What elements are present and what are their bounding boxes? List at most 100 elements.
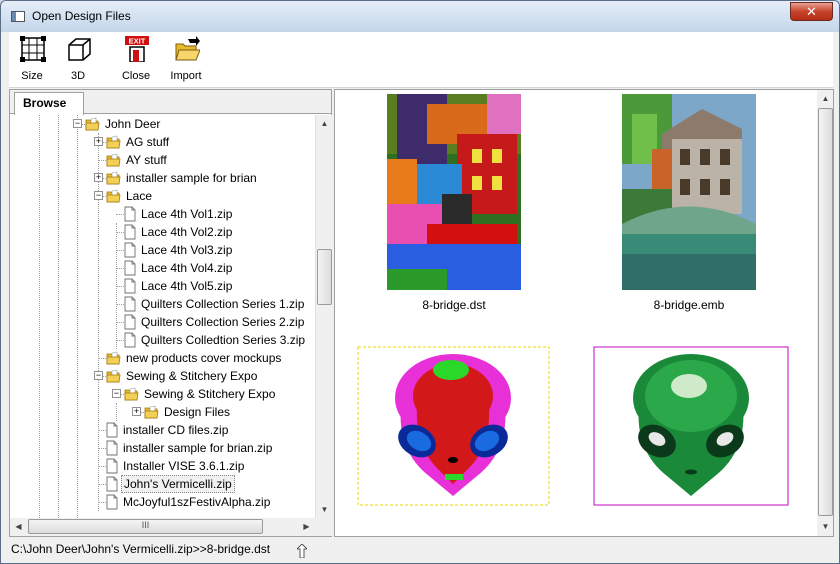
file-icon: [124, 224, 136, 240]
size-grid-icon: [20, 36, 46, 62]
tab-strip: Browse: [10, 90, 331, 115]
design-thumb-8-bridge-emb[interactable]: [622, 94, 756, 290]
tree-node-label: Sewing & Stitchery Expo: [144, 387, 276, 401]
preview-vertical-scrollbar[interactable]: ▲ ▼: [817, 90, 833, 536]
tree-node-label: Lace 4th Vol1.zip: [141, 207, 233, 221]
expand-icon[interactable]: +: [94, 137, 103, 146]
tree-horizontal-scrollbar[interactable]: ◀ III ▶: [10, 518, 315, 536]
file-icon: [124, 206, 136, 222]
3d-button[interactable]: 3D: [55, 36, 101, 86]
design-caption: 8-bridge.dst: [422, 298, 486, 312]
tree-file-node[interactable]: Lace 4th Vol4.zip: [10, 259, 315, 277]
collapse-icon[interactable]: −: [94, 371, 103, 380]
tree-node-label: Lace 4th Vol5.zip: [141, 279, 233, 293]
toolbar: Size 3D EXIT Close Import: [9, 32, 833, 88]
svg-text:EXIT: EXIT: [129, 37, 146, 46]
import-button[interactable]: Import: [163, 36, 209, 86]
design-thumb-alien-emb[interactable]: [593, 346, 789, 506]
folder-icon: [124, 387, 139, 401]
expand-icon[interactable]: +: [94, 173, 103, 182]
tree-node-label: Quilters Collection Series 1.zip: [141, 297, 305, 311]
size-button[interactable]: Size: [9, 36, 55, 86]
folder-icon: [106, 369, 121, 383]
tree-file-node[interactable]: installer sample for brian.zip: [10, 439, 315, 457]
file-icon: [106, 494, 118, 510]
size-label: Size: [21, 70, 43, 82]
tree-node-label: installer sample for brian.zip: [123, 441, 273, 455]
bridge-embroidery-image: [622, 94, 756, 290]
scroll-down-icon[interactable]: ▼: [316, 501, 333, 518]
preview-scroll-thumb[interactable]: [818, 108, 833, 516]
tree-node-label: AG stuff: [126, 135, 170, 149]
file-icon: [124, 242, 136, 258]
tree-folder-node[interactable]: − Sewing & Stitchery Expo: [10, 385, 315, 403]
tree-node-label: Quilters Colledtion Series 3.zip: [141, 333, 306, 347]
design-thumb-alien-dst[interactable]: [357, 346, 550, 506]
cube-3d-icon: [68, 38, 91, 61]
file-icon: [106, 476, 118, 492]
alien-embroidery-image: [593, 346, 789, 506]
scroll-left-icon[interactable]: ◀: [10, 518, 27, 535]
tree-file-node[interactable]: John's Vermicelli.zip: [10, 475, 315, 493]
tree-vertical-scrollbar[interactable]: ▲ ▼: [315, 115, 332, 518]
close-button[interactable]: EXIT Close: [113, 36, 159, 86]
tree-folder-node[interactable]: new products cover mockups: [10, 349, 315, 367]
tree-node-label: Quilters Collection Series 2.zip: [141, 315, 305, 329]
collapse-icon[interactable]: −: [112, 389, 121, 398]
tree-folder-node[interactable]: + Design Files: [10, 403, 315, 421]
app-window-icon: [11, 11, 25, 22]
splitter-grip-icon[interactable]: [297, 544, 307, 558]
tree-folder-node[interactable]: − Lace: [10, 187, 315, 205]
tree-node-label: new products cover mockups: [126, 351, 282, 365]
title-bar[interactable]: Open Design Files ✕: [1, 1, 839, 32]
tree-scroll-thumb[interactable]: [317, 249, 332, 305]
design-caption: 8-bridge.emb: [653, 298, 725, 312]
alien-embroidery-image: [357, 346, 550, 506]
tab-browse[interactable]: Browse: [14, 92, 84, 115]
tree-node-label: McJoyful1szFestivAlpha.zip: [123, 495, 271, 509]
tree-node-label: Installer VISE 3.6.1.zip: [123, 459, 245, 473]
scroll-down-icon[interactable]: ▼: [817, 518, 833, 535]
open-folder-icon: [175, 36, 200, 61]
folder-tree[interactable]: − John Deer + AG stuff AY stuff + installer sa…: [10, 115, 315, 518]
folder-icon: [106, 153, 121, 167]
tree-folder-node[interactable]: − Sewing & Stitchery Expo: [10, 367, 315, 385]
tree-file-node[interactable]: Lace 4th Vol2.zip: [10, 223, 315, 241]
tree-folder-node[interactable]: AY stuff: [10, 151, 315, 169]
tree-folder-node[interactable]: + installer sample for brian: [10, 169, 315, 187]
design-thumb-8-bridge-dst[interactable]: [387, 94, 521, 290]
tree-file-node[interactable]: Quilters Collection Series 1.zip: [10, 295, 315, 313]
tree-file-node[interactable]: Quilters Collection Series 2.zip: [10, 313, 315, 331]
tree-file-node[interactable]: Lace 4th Vol5.zip: [10, 277, 315, 295]
window-close-button[interactable]: ✕: [790, 2, 833, 21]
design-preview-panel[interactable]: 8-bridge.dst 8-bridge.emb ▲ ▼: [334, 89, 834, 537]
tree-file-node[interactable]: installer CD files.zip: [10, 421, 315, 439]
tree-node-label: Lace 4th Vol4.zip: [141, 261, 233, 275]
tree-node-label: installer sample for brian: [126, 171, 257, 185]
status-bar: C:\John Deer\John's Vermicelli.zip>>8-br…: [9, 539, 833, 559]
tree-file-node[interactable]: McJoyful1szFestivAlpha.zip: [10, 493, 315, 511]
status-path: C:\John Deer\John's Vermicelli.zip>>8-br…: [11, 542, 271, 556]
tree-node-label: John Deer: [105, 117, 161, 131]
tree-node-label: Lace 4th Vol3.zip: [141, 243, 233, 257]
tree-hscroll-thumb[interactable]: III: [28, 519, 263, 534]
tree-folder-node[interactable]: + AG stuff: [10, 133, 315, 151]
collapse-icon[interactable]: −: [73, 119, 82, 128]
file-icon: [124, 278, 136, 294]
tree-folder-node[interactable]: − John Deer: [10, 115, 315, 133]
exit-door-icon: EXIT: [125, 36, 149, 62]
tree-file-node[interactable]: Installer VISE 3.6.1.zip: [10, 457, 315, 475]
tree-file-node[interactable]: Lace 4th Vol1.zip: [10, 205, 315, 223]
scroll-right-icon[interactable]: ▶: [298, 518, 315, 535]
tree-file-node[interactable]: Lace 4th Vol3.zip: [10, 241, 315, 259]
folder-icon: [85, 117, 100, 131]
tree-node-label: Lace: [126, 189, 153, 203]
bridge-embroidery-image: [387, 94, 521, 290]
scrollbar-corner: [315, 518, 332, 536]
scroll-up-icon[interactable]: ▲: [817, 90, 833, 107]
expand-icon[interactable]: +: [132, 407, 141, 416]
tree-node-label: Lace 4th Vol2.zip: [141, 225, 233, 239]
collapse-icon[interactable]: −: [94, 191, 103, 200]
scroll-up-icon[interactable]: ▲: [316, 115, 333, 132]
tree-file-node[interactable]: Quilters Colledtion Series 3.zip: [10, 331, 315, 349]
